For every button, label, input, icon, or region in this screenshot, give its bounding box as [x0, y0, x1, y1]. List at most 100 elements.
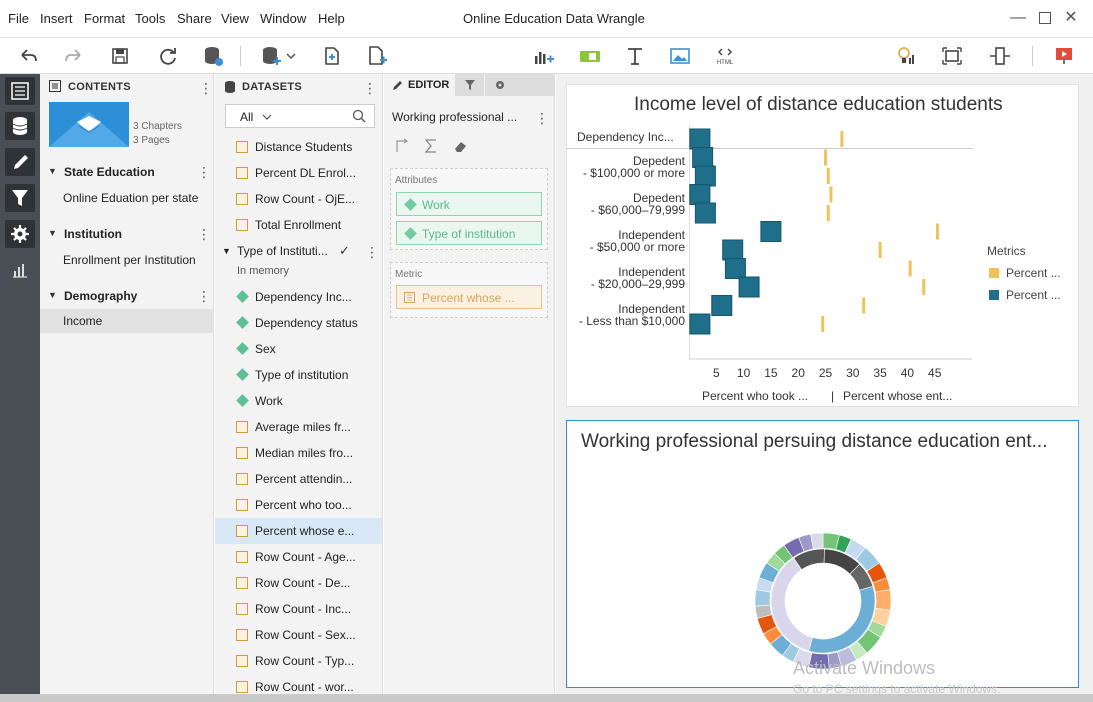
swap-axes-icon[interactable]	[394, 138, 410, 154]
legend-label[interactable]: Percent ...	[1006, 288, 1061, 302]
data-point-teal[interactable]	[722, 239, 744, 261]
book-thumbnail[interactable]	[49, 102, 129, 147]
data-point-yellow[interactable]	[862, 297, 866, 314]
insert-image-icon[interactable]	[668, 44, 692, 68]
data-point-yellow[interactable]	[824, 149, 827, 166]
sunburst-outer-segment[interactable]	[754, 589, 772, 607]
metric-item[interactable]: Percent attendin...	[215, 466, 382, 492]
contents-menu-icon[interactable]: ⋮	[199, 81, 213, 95]
attribute-item[interactable]: Dependency Inc...	[215, 284, 382, 310]
income-chart-card[interactable]: Income level of distance education stude…	[566, 84, 1079, 407]
dataset-group-header[interactable]: ▼ Type of Instituti... ✓ ⋮	[215, 238, 382, 264]
chevron-down-icon[interactable]	[262, 113, 272, 121]
menu-help[interactable]: Help	[318, 11, 345, 26]
presentation-mode-icon[interactable]	[1052, 44, 1076, 68]
search-icon[interactable]	[352, 109, 366, 123]
attribute-item[interactable]: Work	[215, 388, 382, 414]
tab-editor[interactable]: EDITOR	[384, 74, 454, 96]
page-enrollment-per-institution[interactable]: Enrollment per Institution	[40, 248, 214, 272]
insert-filter-icon[interactable]	[578, 44, 602, 68]
metric-pill[interactable]: Percent whose ...	[396, 285, 542, 309]
attribute-item[interactable]: Sex	[215, 336, 382, 362]
save-icon[interactable]	[108, 44, 132, 68]
data-point-yellow[interactable]	[826, 168, 830, 184]
metric-item[interactable]: Row Count - De...	[215, 570, 382, 596]
page-online-education-per-state[interactable]: Online Eduation per state	[40, 186, 214, 210]
data-point-teal[interactable]	[689, 184, 711, 205]
redo-icon[interactable]	[62, 44, 86, 68]
metric-item[interactable]: Percent who too...	[215, 492, 382, 518]
chapter-demography[interactable]: ▼ Demography ⋮	[40, 284, 214, 308]
duplicate-page-icon[interactable]	[320, 44, 344, 68]
metric-item[interactable]: Row Count - Age...	[215, 544, 382, 570]
metric-item[interactable]: Row Count - Typ...	[215, 648, 382, 674]
tab-format[interactable]	[485, 74, 555, 96]
data-point-teal[interactable]	[694, 165, 716, 187]
legend-label[interactable]: Percent ...	[1006, 266, 1061, 280]
attribute-pill-type-of-institution[interactable]: Type of institution	[396, 221, 542, 245]
new-page-icon[interactable]	[365, 44, 389, 68]
menu-format[interactable]: Format	[84, 11, 125, 26]
editor-rail-button[interactable]	[5, 148, 35, 176]
responsive-layout-icon[interactable]	[988, 44, 1012, 68]
data-point-yellow[interactable]	[878, 242, 882, 258]
contents-rail-button[interactable]	[5, 77, 35, 105]
data-point-teal[interactable]	[738, 276, 760, 298]
datasets-rail-button[interactable]	[5, 112, 35, 140]
data-point-yellow[interactable]	[821, 316, 825, 332]
dataset-group-menu-icon[interactable]: ⋮	[365, 245, 379, 259]
menu-insert[interactable]: Insert	[40, 11, 73, 26]
filter-rail-button[interactable]	[5, 184, 35, 212]
chapter-state-education[interactable]: ▼ State Education ⋮	[40, 160, 214, 184]
chapter-menu-icon[interactable]: ⋮	[197, 165, 211, 179]
chapter-institution[interactable]: ▼ Institution ⋮	[40, 222, 214, 246]
sigma-icon[interactable]	[424, 138, 438, 154]
menu-view[interactable]: View	[221, 11, 249, 26]
properties-rail-button[interactable]	[5, 256, 35, 284]
dataset-search-box[interactable]: All	[225, 104, 375, 128]
maximize-icon[interactable]	[1035, 8, 1055, 28]
data-point-yellow[interactable]	[826, 205, 830, 221]
visualization-menu-icon[interactable]: ⋮	[535, 111, 549, 125]
insert-text-icon[interactable]	[623, 44, 647, 68]
add-data-icon[interactable]	[260, 44, 284, 68]
data-point-teal[interactable]	[689, 313, 711, 335]
data-point-teal[interactable]	[760, 221, 782, 242]
eraser-icon[interactable]	[453, 138, 469, 154]
insert-html-icon[interactable]: HTML	[713, 44, 737, 68]
dataset-item[interactable]: Percent DL Enrol...	[215, 160, 382, 186]
dataset-item[interactable]: Distance Students	[215, 134, 382, 160]
metric-item[interactable]: Median miles fro...	[215, 440, 382, 466]
dataset-item[interactable]: Total Enrollment	[215, 212, 382, 238]
data-point-yellow[interactable]	[935, 223, 939, 240]
data-point-yellow[interactable]	[922, 279, 926, 295]
data-point-teal[interactable]	[724, 258, 746, 279]
data-point-teal[interactable]	[689, 128, 711, 150]
metric-item[interactable]: Average miles fr...	[215, 414, 382, 440]
metric-item[interactable]: Row Count - Inc...	[215, 596, 382, 622]
format-rail-button[interactable]	[5, 220, 35, 248]
metric-item-selected[interactable]: Percent whose e...	[215, 518, 382, 544]
data-point-teal[interactable]	[692, 147, 714, 168]
datasets-menu-icon[interactable]: ⋮	[363, 81, 377, 95]
close-icon[interactable]: ✕	[1061, 8, 1081, 28]
minimize-icon[interactable]: —	[1008, 8, 1028, 28]
lightbulb-icon[interactable]	[894, 44, 918, 68]
data-point-yellow[interactable]	[840, 131, 844, 147]
menu-window[interactable]: Window	[260, 11, 306, 26]
page-income[interactable]: Income	[40, 309, 214, 333]
data-point-teal[interactable]	[694, 202, 716, 224]
menu-file[interactable]: File	[8, 11, 29, 26]
menu-share[interactable]: Share	[177, 11, 212, 26]
data-point-teal[interactable]	[711, 295, 733, 316]
fit-to-screen-icon[interactable]	[940, 44, 964, 68]
scatter-plot[interactable]: 5 10 15 20 25 30 35 40 45	[689, 125, 979, 385]
chapter-menu-icon[interactable]: ⋮	[197, 289, 211, 303]
data-source-icon[interactable]	[201, 44, 225, 68]
chevron-down-icon[interactable]	[284, 44, 298, 68]
refresh-icon[interactable]	[156, 44, 180, 68]
attributes-drop-zone[interactable]: Attributes Work Type of institution	[390, 168, 548, 250]
metric-drop-zone[interactable]: Metric Percent whose ...	[390, 262, 548, 318]
working-professional-chart-card[interactable]: Working professional persuing distance e…	[566, 420, 1079, 688]
insert-visualization-icon[interactable]	[532, 44, 556, 68]
